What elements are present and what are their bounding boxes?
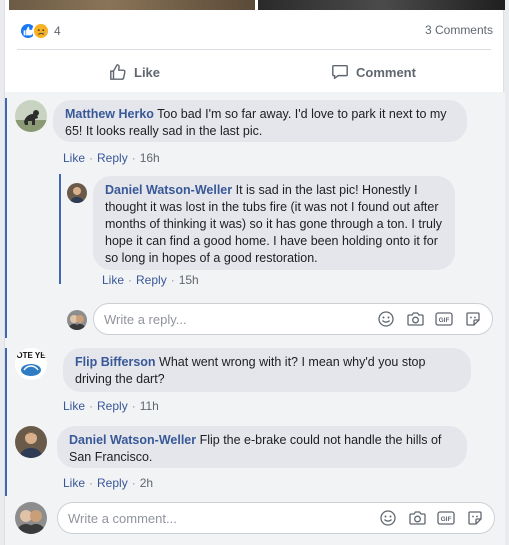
reply-input-icons: GIF [366,310,492,328]
comment-input-icons: GIF [368,509,494,527]
comment-reply-link[interactable]: Reply [97,476,128,490]
comment-bubble: Daniel Watson-Weller Flip the e-brake co… [57,426,467,468]
comment-input[interactable] [58,510,368,526]
like-button[interactable]: Like [109,58,160,86]
avatar[interactable]: VOTE YES [15,348,47,380]
comment-bubble: Flip Bifferson What went wrong with it? … [63,348,471,392]
separator: · [131,399,136,413]
sticker-icon[interactable] [466,509,484,527]
reactions-summary[interactable]: 4 [19,22,61,40]
emoji-icon[interactable] [377,310,395,328]
reply-actions: Like · Reply · 15h [102,273,199,287]
avatar[interactable] [67,183,87,203]
reply-input-box[interactable]: GIF [93,303,493,335]
comment-actions: Like · Reply · 11h [63,399,159,413]
comment-timestamp[interactable]: 2h [140,476,153,490]
reply-input[interactable] [94,311,366,327]
camera-icon[interactable] [406,310,424,328]
gif-label: GIF [441,516,452,523]
comment-input-box[interactable]: GIF [57,502,495,534]
post-photo-2[interactable] [258,0,505,10]
separator: · [170,273,175,287]
separator: · [131,476,136,490]
comment-actions: Like · Reply · 2h [63,476,153,490]
comment-bubble: Matthew Herko Too bad I'm so far away. I… [53,100,467,142]
comment-author[interactable]: Daniel Watson-Weller [69,433,196,447]
divider [17,49,491,50]
reply-timestamp[interactable]: 15h [179,273,199,287]
reply-like-link[interactable]: Like [102,273,124,287]
reply-author[interactable]: Daniel Watson-Weller [105,183,232,197]
thread-line [5,348,7,496]
comment-author[interactable]: Matthew Herko [65,107,154,121]
comment-reply-link[interactable]: Reply [97,399,128,413]
comment-icon [332,64,348,80]
comment-button[interactable]: Comment [331,58,416,86]
current-user-avatar [67,310,87,330]
gif-label: GIF [439,317,450,324]
post-photos[interactable] [5,0,505,10]
thumbs-up-icon [110,64,126,80]
gif-icon[interactable]: GIF [437,509,455,527]
like-button-label: Like [134,64,161,80]
reaction-count: 4 [54,24,61,38]
comment-timestamp[interactable]: 11h [140,399,159,413]
sad-reaction-icon [32,22,50,40]
comment-like-link[interactable]: Like [63,476,85,490]
current-user-avatar [15,502,47,534]
avatar[interactable] [15,100,47,132]
avatar[interactable] [15,426,47,458]
reply-reply-link[interactable]: Reply [136,273,167,287]
separator: · [128,273,133,287]
comments-section: Matthew Herko Too bad I'm so far away. I… [5,92,505,545]
emoji-icon[interactable] [379,509,397,527]
post-photo-1[interactable] [9,0,255,10]
vote-yes-badge: VOTE YES [15,351,47,360]
comment-like-link[interactable]: Like [63,151,85,165]
comment-author[interactable]: Flip Bifferson [75,355,156,369]
reply-bubble: Daniel Watson-Weller It is sad in the la… [93,176,455,270]
comments-count-link[interactable]: 3 Comments [425,23,493,37]
comment-actions: Like · Reply · 16h [63,151,160,165]
separator: · [131,151,136,165]
separator: · [89,476,94,490]
sticker-icon[interactable] [464,310,482,328]
camera-icon[interactable] [408,509,426,527]
reply-thread-line [59,174,61,284]
separator: · [89,151,94,165]
comment-reply-link[interactable]: Reply [97,151,128,165]
separator: · [89,399,94,413]
comment-like-link[interactable]: Like [63,399,85,413]
gif-icon[interactable]: GIF [435,310,453,328]
comment-button-label: Comment [356,64,416,80]
comment-timestamp[interactable]: 16h [140,151,160,165]
post-card: 4 3 Comments Like Comment Matthew Herko … [4,0,505,545]
thread-line [5,98,7,338]
